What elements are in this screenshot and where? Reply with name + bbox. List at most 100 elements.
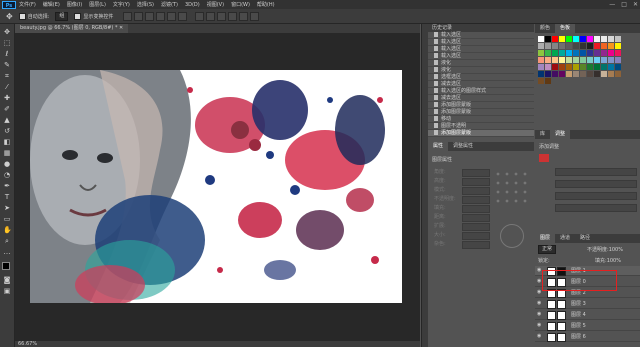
color-swatch[interactable] — [552, 71, 558, 77]
healing-tool-icon[interactable]: ✚ — [3, 94, 11, 102]
history-item[interactable]: 载入选区的图层样式 — [428, 88, 534, 95]
layer-row[interactable]: ◉ 图层 6 — [535, 332, 640, 342]
opacity-control[interactable]: 不透明度:100% — [587, 246, 623, 253]
color-swatch[interactable] — [538, 43, 544, 49]
color-swatch[interactable] — [545, 57, 551, 63]
close-tab-icon[interactable]: ✕ — [119, 25, 123, 31]
color-swatch[interactable] — [594, 71, 600, 77]
color-swatch[interactable] — [615, 71, 621, 77]
color-swatch[interactable] — [615, 43, 621, 49]
color-swatch[interactable] — [608, 71, 614, 77]
brush-tool-icon[interactable]: ✐ — [3, 105, 11, 113]
color-swatch[interactable] — [601, 36, 607, 42]
color-swatch[interactable] — [566, 71, 572, 77]
auto-select-toggle[interactable]: 自动选择: — [18, 12, 49, 20]
minimize-button[interactable]: — — [609, 1, 615, 8]
history-item[interactable]: 添加图层蒙版 — [428, 109, 534, 116]
property-field[interactable] — [462, 223, 490, 231]
color-swatch[interactable] — [573, 57, 579, 63]
layer-mask-thumbnail[interactable] — [557, 311, 566, 320]
color-swatch[interactable] — [587, 57, 593, 63]
color-swatch[interactable] — [538, 36, 544, 42]
align-left-icon[interactable] — [156, 11, 166, 21]
fill-control[interactable]: 填充:100% — [595, 257, 621, 264]
color-swatch[interactable] — [566, 50, 572, 56]
color-swatch[interactable] — [573, 64, 579, 70]
distribute-middle-icon[interactable] — [206, 11, 216, 21]
color-swatch[interactable] — [559, 36, 565, 42]
eye-icon[interactable]: ◉ — [537, 312, 543, 317]
history-item[interactable]: 载入选区 — [428, 32, 534, 39]
fill-value[interactable]: 100% — [607, 258, 621, 264]
color-swatch[interactable] — [552, 57, 558, 63]
adjustment-field-4[interactable] — [555, 204, 637, 212]
color-swatch[interactable] — [580, 71, 586, 77]
crop-tool-icon[interactable]: ⌗ — [3, 72, 11, 80]
color-swatch[interactable] — [545, 36, 551, 42]
color-swatch[interactable] — [594, 50, 600, 56]
color-swatch[interactable] — [580, 36, 586, 42]
pen-tool-icon[interactable]: ✒ — [3, 182, 11, 190]
menu-type[interactable]: 文字(Y) — [113, 1, 130, 8]
history-item[interactable]: 载入选区 — [428, 46, 534, 53]
history-item[interactable]: 载入选区 — [428, 39, 534, 46]
color-swatch[interactable] — [545, 71, 551, 77]
color-swatch[interactable] — [573, 36, 579, 42]
layer-mask-thumbnail[interactable] — [557, 333, 566, 342]
menu-file[interactable]: 文件(F) — [19, 1, 36, 8]
color-swatch[interactable] — [580, 57, 586, 63]
color-swatch[interactable] — [608, 64, 614, 70]
document-canvas[interactable] — [30, 70, 402, 303]
color-swatch[interactable] — [615, 50, 621, 56]
layer-row[interactable]: ◉ 图层 5 — [535, 321, 640, 331]
menu-window[interactable]: 窗口(W) — [231, 1, 250, 8]
quick-select-tool-icon[interactable]: ✎ — [3, 61, 11, 69]
history-item[interactable]: 液化 — [428, 60, 534, 67]
color-swatch[interactable] — [545, 64, 551, 70]
history-brush-tool-icon[interactable]: ↺ — [3, 127, 11, 135]
layer-thumbnail[interactable] — [547, 322, 556, 331]
color-swatch[interactable] — [538, 50, 544, 56]
history-item[interactable]: 添加图层蒙版 — [428, 130, 534, 137]
align-center-icon[interactable] — [167, 11, 177, 21]
maximize-button[interactable]: □ — [621, 1, 627, 8]
color-swatch[interactable] — [580, 43, 586, 49]
property-field[interactable] — [462, 187, 490, 195]
property-field[interactable] — [462, 196, 490, 204]
color-swatch[interactable] — [538, 71, 544, 77]
layer-thumbnail[interactable] — [547, 311, 556, 320]
color-swatch[interactable] — [580, 64, 586, 70]
color-swatch[interactable] — [552, 36, 558, 42]
menu-select[interactable]: 选择(S) — [137, 1, 154, 8]
color-swatch[interactable] — [608, 36, 614, 42]
color-swatch[interactable] — [594, 64, 600, 70]
color-swatch[interactable] — [566, 43, 572, 49]
color-swatch[interactable] — [587, 36, 593, 42]
tab-color[interactable]: 颜色 — [535, 24, 555, 33]
eye-icon[interactable]: ◉ — [537, 334, 543, 339]
lasso-tool-icon[interactable]: ℓ — [3, 50, 11, 58]
align-middle-icon[interactable] — [134, 11, 144, 21]
tab-layers[interactable]: 图层 — [535, 234, 556, 243]
color-swatch[interactable] — [601, 71, 607, 77]
color-swatch[interactable] — [601, 64, 607, 70]
menu-layer[interactable]: 图层(L) — [89, 1, 106, 8]
history-item[interactable]: 移动 — [428, 116, 534, 123]
color-swatch[interactable] — [538, 57, 544, 63]
history-item[interactable]: 选框选区 — [428, 74, 534, 81]
align-right-icon[interactable] — [178, 11, 188, 21]
close-button[interactable]: ✕ — [633, 1, 638, 8]
color-swatch[interactable] — [559, 43, 565, 49]
eye-icon[interactable]: ◉ — [537, 301, 543, 306]
layer-name[interactable]: 图层 4 — [571, 310, 586, 320]
zoom-readout[interactable]: 66.67% — [18, 341, 37, 347]
adjustment-field-3[interactable] — [555, 192, 637, 200]
dodge-tool-icon[interactable]: ◔ — [3, 171, 11, 179]
menu-help[interactable]: 帮助(H) — [257, 1, 275, 8]
color-swatch[interactable] — [601, 43, 607, 49]
eyedropper-tool-icon[interactable]: ⁄ — [3, 83, 11, 91]
property-field[interactable] — [462, 232, 490, 240]
menu-edit[interactable]: 编辑(E) — [43, 1, 60, 8]
layer-mask-thumbnail[interactable] — [557, 300, 566, 309]
color-swatch[interactable] — [573, 50, 579, 56]
